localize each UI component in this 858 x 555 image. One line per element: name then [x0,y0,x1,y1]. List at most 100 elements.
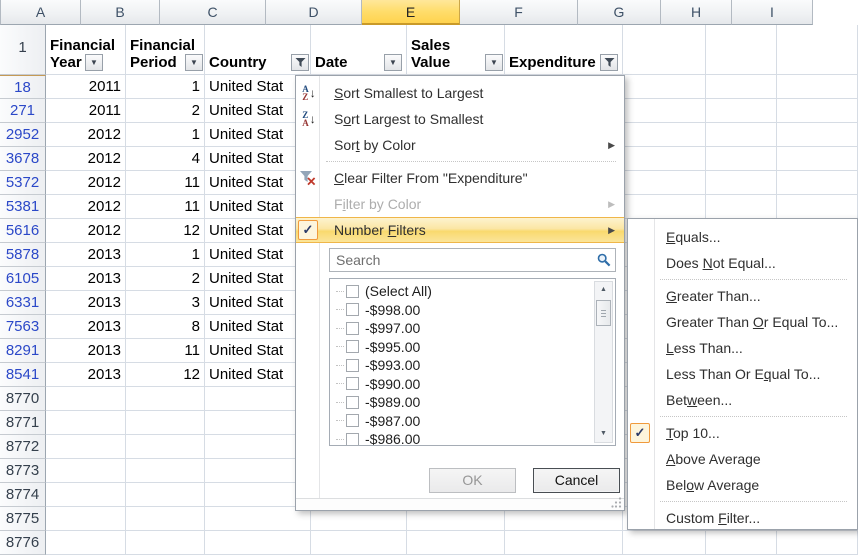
submenu-item-greater-than-or-equal-to[interactable]: Greater Than Or Equal To... [628,309,857,335]
cell[interactable]: 2011 [46,99,126,123]
cell[interactable] [777,123,858,147]
field-header-value[interactable]: SalesValue▼ [407,25,505,75]
checkbox-icon[interactable] [346,377,359,390]
submenu-item-between[interactable]: Between... [628,387,857,413]
row-header[interactable]: 7563 [0,315,46,339]
filter-value-item[interactable]: -$997.00 [336,319,591,338]
cell[interactable]: 2013 [46,243,126,267]
cell[interactable] [46,435,126,459]
menu-item-number-filters[interactable]: ✓Number Filters▶ [296,217,624,243]
cell[interactable] [777,75,858,99]
menu-resize-strip[interactable] [296,498,624,510]
cell[interactable]: 2 [126,267,205,291]
cell[interactable] [126,483,205,507]
cell[interactable]: 2013 [46,339,126,363]
filter-dropdown-button[interactable]: ▼ [185,54,203,71]
cell[interactable] [126,387,205,411]
cell-I1[interactable] [777,25,858,75]
filter-value-item[interactable]: -$987.00 [336,412,591,431]
row-header[interactable]: 3678 [0,147,46,171]
row-header[interactable]: 8775 [0,507,46,531]
filter-applied-button[interactable] [291,54,309,71]
checkbox-icon[interactable] [346,340,359,353]
checkbox-icon[interactable] [346,322,359,335]
cell[interactable]: 1 [126,243,205,267]
filter-value-item[interactable]: (Select All) [336,282,591,301]
cell[interactable] [311,531,407,555]
cell[interactable]: 3 [126,291,205,315]
filter-value-item[interactable]: -$986.00 [336,430,591,446]
submenu-item-greater-than[interactable]: Greater Than... [628,283,857,309]
checkbox-icon[interactable] [346,285,359,298]
submenu-item-custom-filter[interactable]: Custom Filter... [628,505,857,531]
cell[interactable] [46,387,126,411]
cell[interactable] [623,531,706,555]
row-header[interactable]: 8771 [0,411,46,435]
cell[interactable] [126,507,205,531]
filter-applied-button[interactable] [600,54,618,71]
column-header-E[interactable]: E [362,0,460,25]
column-header-F[interactable]: F [460,0,578,25]
scrollbar-thumb[interactable] [596,300,611,326]
select-all-corner[interactable] [0,0,1,25]
cell[interactable] [623,123,706,147]
cell[interactable] [46,411,126,435]
cell[interactable]: 8 [126,315,205,339]
cell[interactable] [126,411,205,435]
filter-value-item[interactable]: -$995.00 [336,338,591,357]
checkbox-icon[interactable] [346,414,359,427]
checkbox-icon[interactable] [346,359,359,372]
field-header-country[interactable]: Country [205,25,311,75]
cell[interactable] [205,531,311,555]
submenu-item-less-than-or-equal-to[interactable]: Less Than Or Equal To... [628,361,857,387]
menu-item-sort-smallest-to-largest[interactable]: AZ↓Sort Smallest to Largest [296,80,624,106]
cancel-button[interactable]: Cancel [533,468,620,493]
cell[interactable]: 12 [126,219,205,243]
cell[interactable]: 4 [126,147,205,171]
column-header-C[interactable]: C [160,0,266,25]
filter-dropdown-button[interactable]: ▼ [85,54,103,71]
row-header[interactable]: 2952 [0,123,46,147]
cell[interactable] [46,459,126,483]
cell[interactable] [706,99,777,123]
cell[interactable] [706,147,777,171]
cell[interactable] [126,459,205,483]
cell[interactable] [777,531,858,555]
values-scrollbar[interactable]: ▲ ▼ [594,281,613,443]
filter-dropdown-button[interactable]: ▼ [384,54,402,71]
cell[interactable]: 2 [126,99,205,123]
filter-value-item[interactable]: -$998.00 [336,301,591,320]
cell[interactable] [623,75,706,99]
menu-item-sort-by-color[interactable]: Sort by Color▶ [296,132,624,158]
cell[interactable] [623,171,706,195]
menu-item-sort-largest-to-smallest[interactable]: ZA↓Sort Largest to Smallest [296,106,624,132]
cell[interactable]: 2012 [46,147,126,171]
ok-button[interactable]: OK [429,468,516,493]
row-header[interactable]: 8541 [0,363,46,387]
cell[interactable]: 1 [126,75,205,99]
cell[interactable] [777,195,858,219]
cell[interactable] [706,531,777,555]
cell[interactable] [407,531,505,555]
checkbox-icon[interactable] [346,303,359,316]
field-header-period[interactable]: FinancialPeriod▼ [126,25,205,75]
cell[interactable]: 2013 [46,267,126,291]
submenu-item-does-not-equal[interactable]: Does Not Equal... [628,250,857,276]
filter-value-item[interactable]: -$990.00 [336,375,591,394]
field-header-year[interactable]: FinancialYear▼ [46,25,126,75]
submenu-item-top-10[interactable]: ✓Top 10... [628,420,857,446]
row-header[interactable]: 5878 [0,243,46,267]
cell[interactable]: 2011 [46,75,126,99]
cell[interactable]: 2013 [46,363,126,387]
row-header[interactable]: 6105 [0,267,46,291]
cell[interactable] [706,123,777,147]
checkbox-icon[interactable] [346,396,359,409]
cell[interactable] [46,531,126,555]
cell-G1[interactable] [623,25,706,75]
cell[interactable] [623,195,706,219]
row-header[interactable]: 8776 [0,531,46,555]
submenu-item-equals[interactable]: Equals... [628,224,857,250]
column-header-A[interactable]: A [1,0,81,25]
cell[interactable] [706,75,777,99]
row-header[interactable]: 8773 [0,459,46,483]
